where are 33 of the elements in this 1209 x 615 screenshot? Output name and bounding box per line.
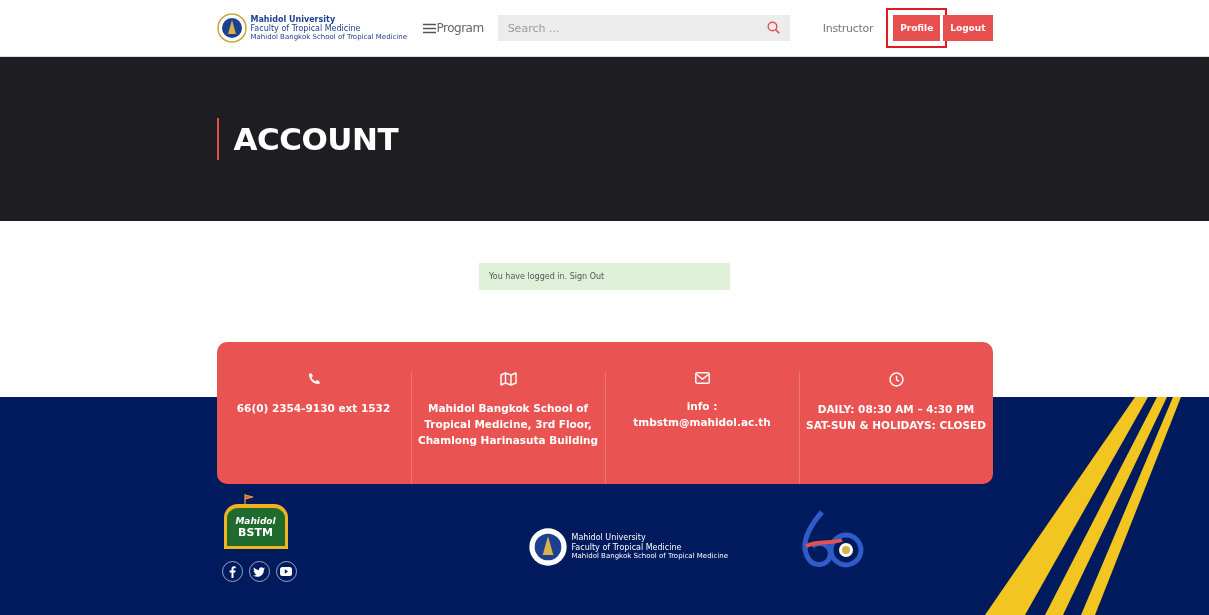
contact-text: info : <box>686 399 718 414</box>
clock-icon <box>888 372 904 387</box>
mail-icon <box>694 372 710 384</box>
contact-text: Tropical Medicine, 3rd Floor, <box>424 417 592 432</box>
flag-icon <box>242 494 255 506</box>
contact-text: DAILY: 08:30 AM – 4:30 PM <box>817 402 975 417</box>
phone-icon <box>306 372 321 386</box>
logo-text: Faculty of Tropical Medicine <box>571 542 683 552</box>
logo-text: Mahidol <box>235 515 276 526</box>
logo-text: BSTM <box>238 525 273 539</box>
contact-text: tmbstm@mahidol.ac.th <box>633 415 771 430</box>
contact-text: 66(0) 2354-9130 ext 1532 <box>236 401 391 416</box>
facebook-icon <box>228 565 236 578</box>
logo-text: Mahidol University <box>571 533 647 543</box>
program-menu-button[interactable]: Program <box>422 21 484 35</box>
nav-button[interactable]: Logout <box>943 15 993 41</box>
contact-text: Mahidol Bangkok School of <box>428 401 588 416</box>
search-field[interactable]: Search ... <box>497 15 790 41</box>
logo-text: Mahidol University <box>250 14 336 24</box>
nav-button[interactable]: Profile <box>893 15 941 41</box>
play-icon <box>280 567 292 576</box>
menu-icon <box>422 22 436 34</box>
page-title: ACCOUNT <box>216 118 993 160</box>
contact-text: SAT-SUN & HOLIDAYS: CLOSED <box>806 418 986 433</box>
map-icon <box>499 372 517 386</box>
logo-text: Faculty of Tropical Medicine <box>250 23 362 33</box>
search-icon <box>766 21 780 34</box>
instructor-link[interactable]: Instructor <box>822 21 874 35</box>
university-seal-icon <box>216 13 247 43</box>
login-message: You have logged in. Sign Out <box>479 263 730 290</box>
contact-text: Chamlong Harinasuta Building <box>417 433 599 448</box>
university-seal-icon <box>527 527 568 567</box>
bird-icon <box>253 566 265 577</box>
